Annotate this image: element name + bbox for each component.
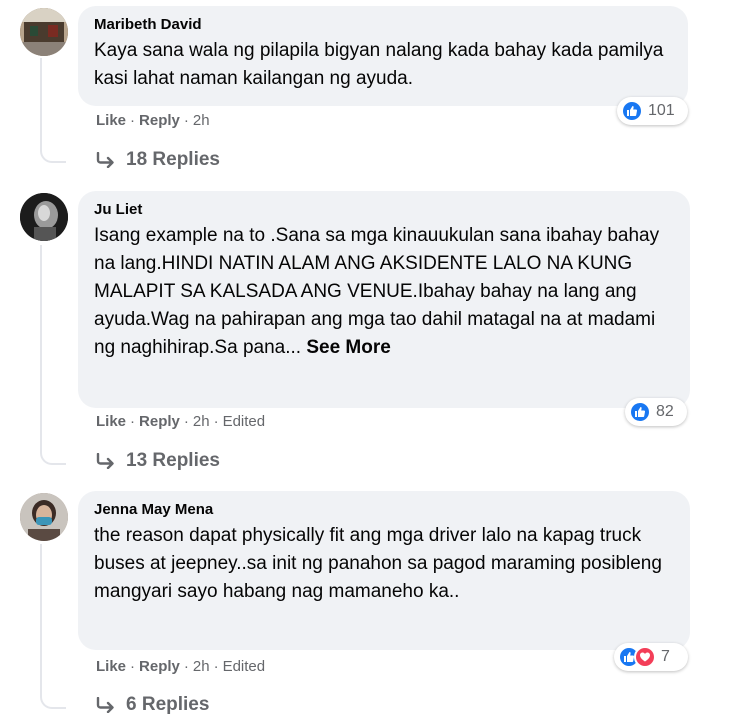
like-link[interactable]: Like — [96, 112, 126, 129]
comment-body: the reason dapat physically fit ang mga … — [94, 525, 662, 602]
comment-actions: Like · Reply · 2h · Edited — [96, 412, 265, 432]
comment-text: Isang example na to .Sana sa mga kinauuk… — [94, 222, 674, 362]
reaction-summary[interactable]: 101 — [617, 97, 688, 125]
avatar-photo — [20, 193, 68, 241]
reply-link[interactable]: Reply — [139, 658, 180, 675]
edited-label: Edited — [222, 658, 266, 675]
separator-dot: · — [130, 658, 136, 675]
avatar[interactable] — [20, 8, 68, 56]
timestamp[interactable]: 2h — [193, 112, 210, 129]
comment-bubble: Jenna May Mena the reason dapat physical… — [78, 491, 690, 650]
comment-author[interactable]: Ju Liet — [94, 200, 674, 220]
separator-dot: · — [213, 658, 219, 675]
comment-bubble: Ju Liet Isang example na to .Sana sa mga… — [78, 191, 690, 408]
comment-actions: Like · Reply · 2h · Edited — [96, 657, 265, 677]
separator-dot: · — [183, 112, 189, 129]
thread-line — [40, 245, 66, 465]
timestamp[interactable]: 2h — [193, 658, 210, 675]
reply-arrow-icon — [96, 152, 114, 168]
avatar[interactable] — [20, 193, 68, 241]
comment-text: Kaya sana wala ng pilapila bigyan nalang… — [94, 37, 672, 93]
avatar[interactable] — [20, 493, 68, 541]
separator-dot: · — [130, 112, 136, 129]
like-link[interactable]: Like — [96, 658, 126, 675]
comment-text: the reason dapat physically fit ang mga … — [94, 522, 674, 606]
reaction-count: 82 — [656, 403, 674, 420]
reaction-summary[interactable]: 7 — [614, 643, 688, 671]
thread-line — [40, 58, 66, 163]
comment-actions: Like · Reply · 2h — [96, 111, 210, 131]
comment-body: Kaya sana wala ng pilapila bigyan nalang… — [94, 40, 664, 89]
see-more-link[interactable]: See More — [306, 337, 390, 358]
like-reaction-icon — [621, 100, 643, 122]
separator-dot: · — [183, 658, 189, 675]
separator-dot: · — [213, 413, 219, 430]
separator-dot: · — [130, 413, 136, 430]
replies-count-label: 6 Replies — [126, 694, 210, 715]
replies-count-label: 13 Replies — [126, 450, 220, 471]
reaction-count: 101 — [648, 102, 675, 119]
comment-author[interactable]: Maribeth David — [94, 15, 672, 35]
view-replies-button[interactable]: 18 Replies — [96, 147, 220, 173]
reply-arrow-icon — [96, 453, 114, 469]
thread-line — [40, 544, 66, 709]
comment-bubble: Maribeth David Kaya sana wala ng pilapil… — [78, 6, 688, 106]
like-link[interactable]: Like — [96, 413, 126, 430]
separator-dot: · — [183, 413, 189, 430]
view-replies-button[interactable]: 6 Replies — [96, 692, 209, 718]
reply-link[interactable]: Reply — [139, 413, 180, 430]
timestamp[interactable]: 2h — [193, 413, 210, 430]
comment-author[interactable]: Jenna May Mena — [94, 500, 674, 520]
replies-count-label: 18 Replies — [126, 149, 220, 170]
reply-arrow-icon — [96, 697, 114, 713]
reaction-summary[interactable]: 82 — [625, 398, 687, 426]
avatar-photo — [20, 8, 68, 56]
avatar-photo — [20, 493, 68, 541]
love-reaction-icon — [634, 646, 656, 668]
edited-label: Edited — [222, 413, 266, 430]
view-replies-button[interactable]: 13 Replies — [96, 448, 220, 474]
reaction-count: 7 — [661, 648, 670, 665]
reply-link[interactable]: Reply — [139, 112, 180, 129]
like-reaction-icon — [629, 401, 651, 423]
